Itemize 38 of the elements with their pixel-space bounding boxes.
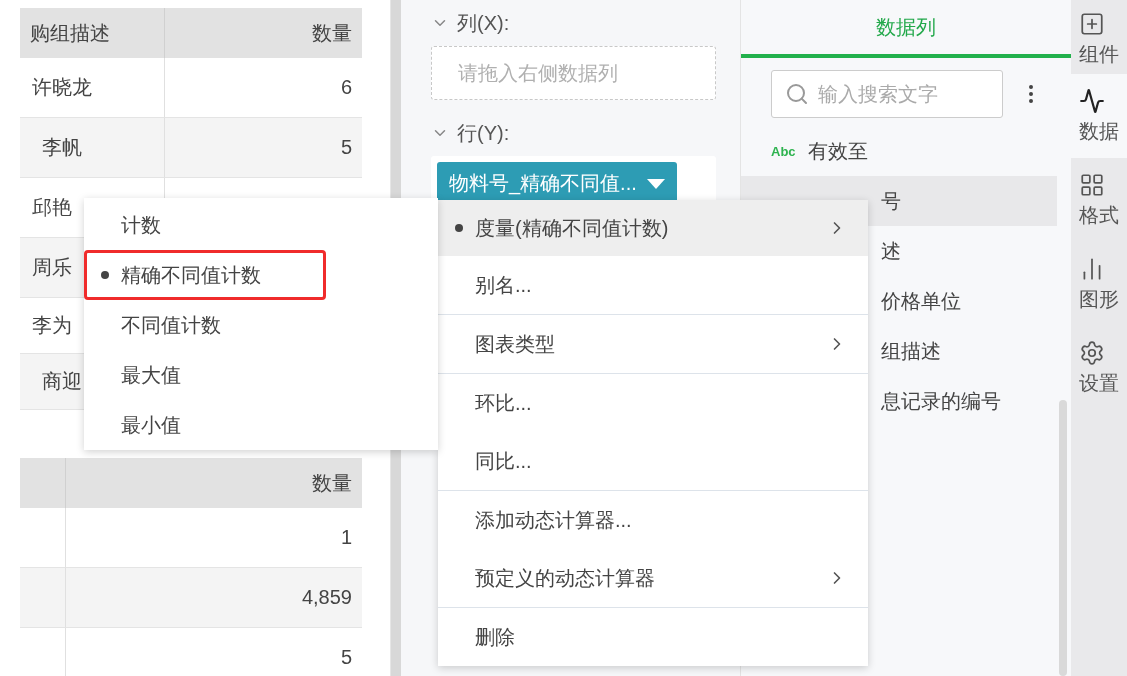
menu-item[interactable]: 添加动态计算器... — [438, 491, 868, 549]
type-label: Abc — [771, 143, 796, 159]
side-tab[interactable]: 格式 — [1071, 158, 1127, 242]
section-label: 行(Y): — [457, 120, 510, 146]
menu-item[interactable]: 别名... — [438, 256, 868, 314]
data-column-item[interactable]: Abc 有效至 — [741, 126, 1057, 176]
menu-item[interactable]: 预定义的动态计算器 — [438, 549, 868, 607]
dropdown-triangle-icon — [646, 178, 665, 189]
column-header — [20, 458, 66, 508]
search-icon — [785, 82, 809, 106]
table-cell: 5 — [165, 118, 362, 178]
search-field[interactable]: 输入搜索文字 — [771, 70, 1003, 118]
table-cell: 许晓龙 — [20, 58, 165, 118]
side-tab[interactable]: 组件 — [1071, 0, 1127, 74]
table-cell — [20, 508, 66, 568]
menu-item[interactable]: 度量(精确不同值计数) — [438, 200, 868, 256]
menu-item[interactable]: 精确不同值计数 — [84, 250, 326, 300]
table-cell — [20, 568, 66, 628]
column-header: 数量 — [165, 8, 362, 58]
table-cell: 4,859 — [66, 568, 362, 628]
column-header: 数量 — [66, 458, 362, 508]
side-tab[interactable]: 数据 — [1071, 74, 1127, 158]
menu-item[interactable]: 同比... — [438, 432, 868, 490]
section-label: 列(X): — [457, 10, 510, 36]
menu-item[interactable]: 环比... — [438, 374, 868, 432]
column-header: 购组描述 — [20, 8, 165, 58]
menu-item[interactable]: 图表类型 — [438, 315, 868, 373]
menu-item[interactable]: 删除 — [438, 608, 868, 666]
line-chart-icon — [1079, 87, 1105, 114]
table-cell: 李帆 — [20, 118, 165, 178]
scrollbar-thumb[interactable] — [1059, 400, 1067, 676]
widget-add-icon — [1079, 11, 1105, 37]
grid-icon — [1079, 171, 1105, 198]
side-tab[interactable]: 图形 — [1071, 242, 1127, 326]
bullet-icon — [101, 271, 109, 279]
bullet-icon — [455, 224, 463, 232]
side-tab[interactable]: 设置 — [1071, 326, 1127, 410]
settings-icon — [1079, 339, 1105, 366]
